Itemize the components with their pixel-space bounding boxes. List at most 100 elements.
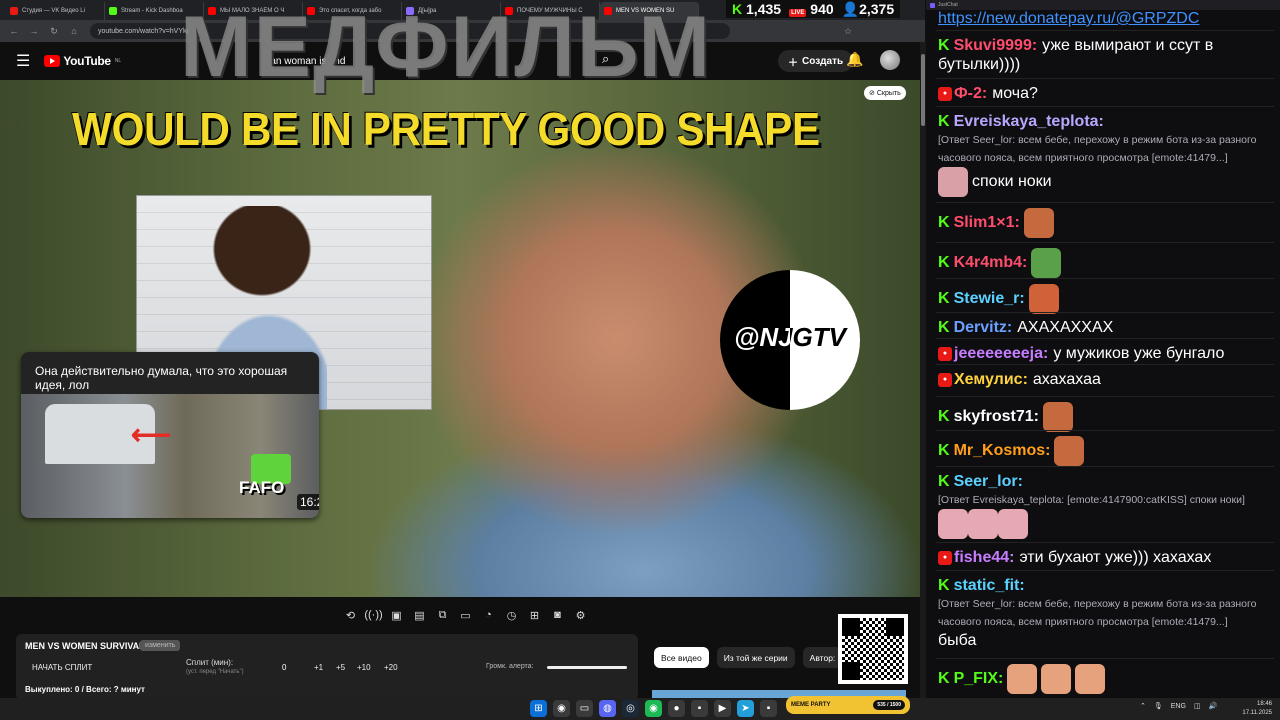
kick-icon: K: [732, 1, 743, 17]
emote-icon: [938, 167, 968, 197]
emote-icon: [1054, 436, 1085, 466]
chat-username[interactable]: fishe44:: [954, 549, 1014, 566]
chat-username[interactable]: Evreiskaya_teplota:: [954, 113, 1104, 130]
emote-icon: [938, 509, 968, 539]
split-panel: MEN VS WOMEN SURVIVAL изменить НАЧАТЬ СП…: [16, 634, 638, 700]
chat-divider: [936, 202, 1274, 203]
mic-icon[interactable]: 🎙: [1154, 702, 1163, 710]
chat-username[interactable]: Seer_lor:: [954, 473, 1023, 490]
chat-username[interactable]: Stewie_r:: [954, 290, 1025, 307]
chat-username[interactable]: Slim1×1:: [954, 214, 1020, 231]
increment-button[interactable]: +1: [314, 663, 323, 672]
live-icon: ●: [938, 550, 952, 565]
chat-panel: JustChat https://new.donatepay.ru/@GRPZD…: [926, 0, 1280, 698]
chip-all-videos[interactable]: Все видео: [654, 647, 709, 668]
emote-icon: [1007, 664, 1038, 694]
windows-start-icon[interactable]: ⊞: [530, 700, 547, 717]
live-viewers: LIVE 940: [789, 1, 834, 17]
chat-text: ахахахаа: [1032, 371, 1101, 388]
camera-icon[interactable]: ◙: [549, 607, 566, 623]
app-icon[interactable]: ▪: [760, 700, 777, 717]
increment-button[interactable]: +10: [357, 663, 371, 672]
media-player-icon[interactable]: ▶: [714, 700, 731, 717]
chat-message: ● jeeeeeeeeja: у мужиков уже бунгало: [938, 344, 1274, 363]
kick-icon: K: [938, 319, 950, 336]
player-extension-toolbar: ⟲ ((·)) ▣ ▤ ⧉ ▭ ◔ ◷ ⊞ ◙ ⚙: [342, 604, 589, 626]
channel-logo: @NJGTV: [720, 270, 860, 410]
alert-volume-slider[interactable]: [547, 666, 627, 669]
donate-link[interactable]: https://new.donatepay.ru/@GRPZDC: [938, 10, 1199, 28]
chrome-icon[interactable]: ◉: [553, 700, 570, 717]
chat-divider: [936, 396, 1274, 397]
increment-button[interactable]: +5: [336, 663, 345, 672]
start-split-button[interactable]: НАЧАТЬ СПЛИТ: [32, 663, 92, 672]
folder-icon[interactable]: ▭: [576, 700, 593, 717]
increment-button[interactable]: +20: [384, 663, 398, 672]
timer-icon[interactable]: ◷: [503, 607, 520, 623]
app-icon[interactable]: ▪: [691, 700, 708, 717]
browser-tab[interactable]: Студия — VK Видео Li: [6, 2, 105, 20]
recommended-video-card[interactable]: Она действительно думала, что это хороша…: [21, 352, 319, 518]
notifications-icon[interactable]: 🔔: [846, 51, 863, 68]
tab-label: Студия — VK Видео Li: [22, 8, 85, 14]
obs-icon[interactable]: ●: [668, 700, 685, 717]
card-overlay-text: FAFO: [239, 478, 285, 497]
back-icon[interactable]: ←: [8, 26, 20, 36]
forward-icon[interactable]: →: [28, 26, 40, 36]
avatar[interactable]: [880, 50, 900, 70]
theater-icon[interactable]: ▭: [457, 607, 474, 623]
star-icon[interactable]: ☆: [842, 26, 854, 37]
reload-icon[interactable]: ↻: [48, 26, 60, 37]
speed-icon[interactable]: ◔: [480, 607, 497, 623]
audio-icon[interactable]: ((·)): [364, 607, 382, 623]
clock[interactable]: 18:46 17.11.2025: [1228, 700, 1272, 718]
kick-icon: K: [938, 670, 950, 688]
chat-username[interactable]: skyfrost71:: [954, 408, 1039, 425]
filter-chips: Все видео Из той же серии Автор:: [654, 647, 843, 668]
picture-in-picture-icon[interactable]: ⧉: [434, 607, 451, 623]
emote-icon: [968, 509, 998, 539]
discord-icon[interactable]: ◍: [599, 700, 616, 717]
spotify-icon[interactable]: ◉: [645, 700, 662, 717]
add-frame-icon[interactable]: ⊞: [526, 607, 543, 623]
chat-username[interactable]: jeeeeeeeeja:: [954, 345, 1048, 362]
telegram-icon[interactable]: ➤: [737, 700, 754, 717]
scrollbar-thumb[interactable]: [921, 54, 925, 126]
chip-author[interactable]: Автор:: [802, 647, 843, 668]
emote-icon: [1042, 402, 1073, 432]
chat-username[interactable]: Mr_Kosmos:: [954, 442, 1051, 459]
chat-username[interactable]: static_fit:: [954, 577, 1025, 594]
chat-username[interactable]: Skuvi9999:: [954, 37, 1038, 54]
chat-username[interactable]: Dervitz:: [954, 319, 1013, 336]
chip-same-series[interactable]: Из той же серии: [716, 647, 795, 668]
create-button[interactable]: ＋ Создать: [778, 50, 854, 72]
chat-message: ● Ф-2: моча?: [938, 84, 1274, 103]
chat-username[interactable]: K4r4mb4:: [954, 254, 1028, 271]
split-label: Сплит (мин):: [186, 658, 234, 667]
chat-reply-quote: [Ответ Evreiskaya_teplota: [emote:414790…: [938, 494, 1245, 506]
network-icon[interactable]: ◫: [1194, 702, 1201, 710]
app-icon: [930, 2, 935, 8]
chat-divider: [936, 570, 1274, 571]
youtube-logo[interactable]: YouTube NL: [44, 54, 121, 68]
screenshot-icon[interactable]: ▣: [388, 607, 405, 623]
chat-username[interactable]: P_FIX:: [954, 670, 1004, 687]
chat-divider: [936, 278, 1274, 279]
loop-icon[interactable]: ⟲: [342, 607, 359, 623]
lang-indicator[interactable]: ENG: [1171, 703, 1186, 710]
tab-favicon-icon: [109, 7, 117, 15]
chat-username[interactable]: Хемулис:: [954, 371, 1028, 388]
chat-username[interactable]: Ф-2:: [954, 85, 987, 102]
hide-button[interactable]: ⊘ Скрыть: [864, 86, 906, 100]
edit-badge[interactable]: изменить: [140, 640, 181, 651]
video-player[interactable]: ⊘ Скрыть WOULD BE IN PRETTY GOOD SHAPE @N…: [0, 80, 920, 597]
volume-icon[interactable]: 🔊: [1209, 702, 1218, 710]
steam-icon[interactable]: ◎: [622, 700, 639, 717]
clapper-icon[interactable]: ▤: [411, 607, 428, 623]
chevron-up-icon[interactable]: ⌃: [1140, 702, 1146, 710]
gear-icon[interactable]: ⚙: [572, 607, 589, 623]
chat-message: Kstatic_fit: [Ответ Seer_lor: всем бебе, …: [938, 576, 1274, 650]
chat-message: K Stewie_r:: [938, 284, 1274, 314]
menu-icon[interactable]: ☰: [16, 51, 30, 71]
home-icon[interactable]: ⌂: [68, 26, 80, 36]
